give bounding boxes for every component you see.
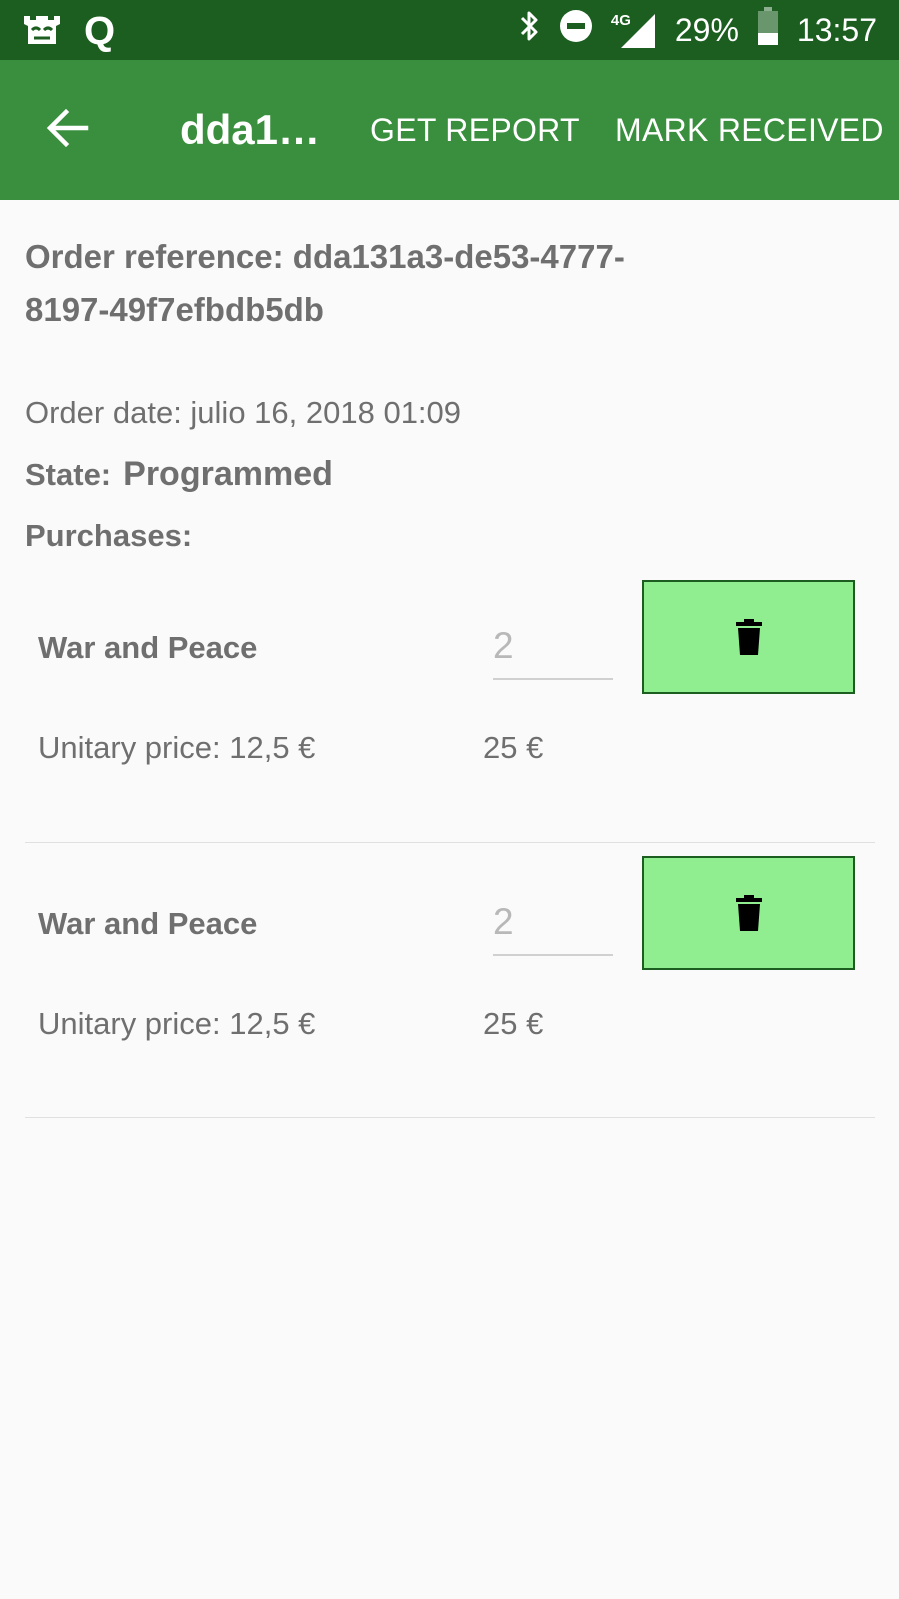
divider xyxy=(25,1117,875,1118)
battery-percent: 29% xyxy=(674,11,739,48)
purchase-item: War and Peace Unitary price: 12,5 € 25 € xyxy=(25,580,875,860)
order-reference: Order reference: dda131a3-de53-4777-8197… xyxy=(25,238,625,328)
delete-button[interactable] xyxy=(642,856,855,970)
trash-icon xyxy=(735,895,762,931)
purchases-label: Purchases: xyxy=(25,518,193,553)
trash-icon xyxy=(735,619,762,655)
bluetooth-icon xyxy=(519,9,541,51)
arrow-left-icon xyxy=(46,108,89,148)
delete-button[interactable] xyxy=(642,580,855,694)
mark-received-button[interactable]: MARK RECEIVED xyxy=(615,60,884,200)
page-title: dda1… xyxy=(180,106,321,153)
signal-icon: 4G xyxy=(611,10,657,50)
castle-icon xyxy=(22,10,62,51)
battery-icon xyxy=(757,7,779,53)
unit-price: Unitary price: 12,5 € xyxy=(38,1006,316,1041)
order-state: State: Programmed xyxy=(25,455,333,494)
purchase-item: War and Peace Unitary price: 12,5 € 25 € xyxy=(25,856,875,1136)
unit-price: Unitary price: 12,5 € xyxy=(38,730,316,765)
q-icon: Q xyxy=(84,8,116,53)
quantity-input[interactable] xyxy=(493,894,613,956)
line-total: 25 € xyxy=(483,730,544,765)
state-value: Programmed xyxy=(123,455,333,493)
status-bar: Q 4G 29% 13:57 xyxy=(0,0,899,60)
purchase-name: War and Peace xyxy=(38,630,258,665)
app-bar: dda1… GET REPORT MARK RECEIVED xyxy=(0,60,899,200)
divider xyxy=(25,842,875,843)
state-label: State: xyxy=(25,457,112,492)
line-total: 25 € xyxy=(483,1006,544,1041)
status-bar-left: Q xyxy=(22,10,115,51)
status-bar-right: 4G 29% 13:57 xyxy=(519,0,877,60)
clock: 13:57 xyxy=(796,11,877,48)
quantity-input[interactable] xyxy=(493,618,613,680)
get-report-button[interactable]: GET REPORT xyxy=(370,60,580,200)
purchase-name: War and Peace xyxy=(38,906,258,941)
do-not-disturb-icon xyxy=(559,9,593,51)
order-date: Order date: julio 16, 2018 01:09 xyxy=(25,395,462,430)
back-button[interactable] xyxy=(40,100,96,156)
